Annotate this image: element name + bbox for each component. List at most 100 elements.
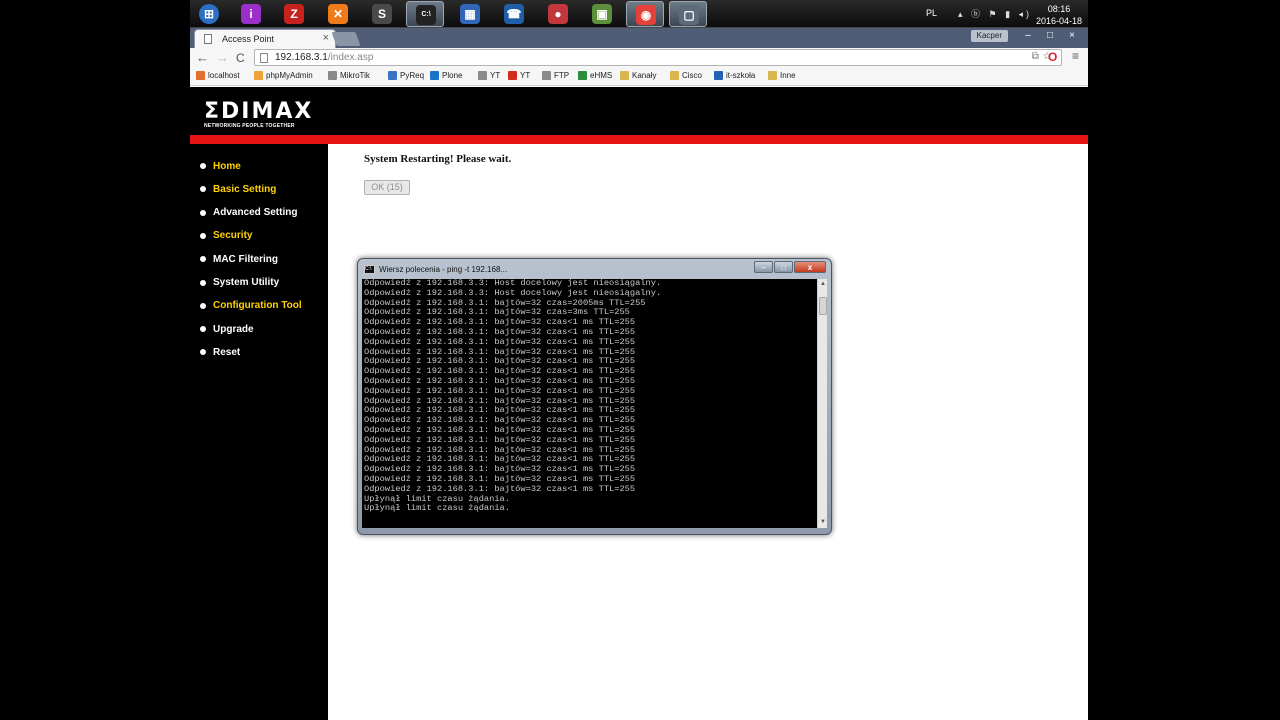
bookmark-icon	[430, 71, 439, 80]
cmd-minimize-button[interactable]: –	[754, 261, 773, 273]
clock-date: 2016-04-18	[1035, 16, 1082, 26]
windows-start-icon: ⊞	[199, 4, 219, 24]
tab-title: Access Point	[222, 34, 275, 44]
bullet-icon	[200, 232, 206, 239]
sidebar-item-mac-filtering[interactable]: MAC Filtering	[200, 251, 278, 267]
bullet-icon	[200, 256, 206, 263]
tab-access-point[interactable]: Access Point ×	[194, 29, 336, 48]
sidebar-item-label: System Utility	[213, 277, 280, 288]
clock-time: 08:16	[1047, 4, 1071, 14]
maximize-window-button[interactable]: □	[1040, 29, 1060, 43]
bookmark-10[interactable]: Cisco	[670, 71, 702, 80]
bookmark-label: PyReq	[400, 71, 425, 80]
command-prompt-window[interactable]: C:\ Wiersz polecenia - ping -t 192.168..…	[357, 258, 832, 535]
minimize-window-button[interactable]: –	[1018, 29, 1038, 43]
language-indicator[interactable]: PL	[926, 8, 937, 18]
bookmark-icon	[478, 71, 487, 80]
sidebar-item-upgrade[interactable]: Upgrade	[200, 321, 254, 337]
cmd-window-title: Wiersz polecenia - ping -t 192.168...	[379, 265, 508, 274]
taskbar-button-teamspeak[interactable]: ☎	[495, 1, 533, 27]
cmd-console-output[interactable]: Odpowiedź z 192.168.3.3: Host docelowy j…	[362, 279, 817, 528]
cmd-scrollbar[interactable]: ▲ ▼	[817, 279, 827, 528]
taskbar-button-windows-start[interactable]: ⊞	[190, 1, 228, 27]
bookmark-icon	[714, 71, 723, 80]
taskbar: ⊞ i Z ✕ S C:\ ▦ ☎ ● ▣ ◉ ▢ PL ▴ ⓑ ⚑ ▮ ◂) 08:16 2016-…	[190, 0, 1088, 28]
bookmark-11[interactable]: it-szkoła	[714, 71, 755, 80]
bookmark-icon	[196, 71, 205, 80]
ok-countdown-button[interactable]: OK (15)	[364, 180, 410, 195]
bookmark-8[interactable]: eHMS	[578, 71, 612, 80]
bookmark-icon	[328, 71, 337, 80]
new-tab-button[interactable]	[331, 32, 361, 46]
users-icon: ●	[548, 4, 568, 24]
bookmark-icon	[388, 71, 397, 80]
bookmark-2[interactable]: MikroTik	[328, 71, 370, 80]
teamspeak-icon: ☎	[504, 4, 524, 24]
bullet-icon	[200, 279, 206, 286]
bookmark-0[interactable]: localhost	[196, 71, 240, 80]
xampp-icon: ✕	[328, 4, 348, 24]
bookmark-label: localhost	[208, 71, 240, 80]
restart-message: System Restarting! Please wait.	[364, 153, 512, 165]
browser-toolbar: ← → C 192.168.3.1/index.asp ⧉☆ O ≡	[190, 48, 1088, 68]
sublime-icon: S	[372, 4, 392, 24]
app-purple-icon: i	[241, 4, 261, 24]
taskbar-button-cmd[interactable]: C:\	[406, 1, 444, 27]
bookmark-4[interactable]: Plone	[430, 71, 462, 80]
bookmark-icon	[542, 71, 551, 80]
cmd-icon: C:\	[416, 5, 436, 25]
sidebar-item-label: Upgrade	[213, 323, 254, 335]
taskbar-button-users[interactable]: ●	[539, 1, 577, 27]
tab-close-icon[interactable]: ×	[323, 32, 329, 44]
bookmark-label: FTP	[554, 71, 570, 80]
taskbar-button-sublime[interactable]: S	[363, 1, 401, 27]
taskbar-button-network[interactable]: ▦	[451, 1, 489, 27]
page-favicon-icon	[204, 34, 212, 44]
sidebar-item-home[interactable]: Home	[200, 158, 241, 174]
taskbar-button-explorer[interactable]: ▣	[583, 1, 621, 27]
reload-button[interactable]: C	[236, 50, 245, 66]
back-button[interactable]: ←	[196, 50, 209, 66]
scroll-thumb[interactable]	[819, 297, 827, 315]
close-window-button[interactable]: ×	[1062, 29, 1082, 43]
sidebar-item-basic-setting[interactable]: Basic Setting	[200, 181, 276, 197]
taskbar-button-chrome[interactable]: ◉	[626, 1, 664, 27]
scroll-down-icon[interactable]: ▼	[819, 518, 827, 527]
sidebar-item-reset[interactable]: Reset	[200, 344, 240, 360]
opera-extension-icon[interactable]: O	[1048, 50, 1057, 64]
sidebar-item-configuration-tool[interactable]: Configuration Tool	[200, 298, 302, 314]
taskbar-button-app-purple[interactable]: i	[232, 1, 270, 27]
bookmark-6[interactable]: YT	[508, 71, 530, 80]
clock[interactable]: 08:16 2016-04-18	[1036, 3, 1082, 27]
chrome-menu-icon[interactable]: ≡	[1072, 49, 1079, 63]
taskbar-button-xampp[interactable]: ✕	[319, 1, 357, 27]
taskbar-button-filezilla[interactable]: Z	[275, 1, 313, 27]
bookmark-3[interactable]: PyReq	[388, 71, 424, 80]
taskbar-button-window[interactable]: ▢	[669, 1, 707, 27]
forward-button[interactable]: →	[216, 50, 229, 66]
address-bar[interactable]: 192.168.3.1/index.asp ⧉☆	[254, 49, 1062, 66]
bookmark-label: YT	[490, 71, 501, 80]
filezilla-icon: Z	[284, 4, 304, 24]
page-icon	[260, 53, 268, 63]
logo-text: ΣDIMAX	[204, 99, 314, 124]
sidebar-item-system-utility[interactable]: System Utility	[200, 275, 279, 291]
bookmark-7[interactable]: FTP	[542, 71, 569, 80]
sidebar-item-label: Advanced Setting	[213, 207, 298, 219]
bookmark-1[interactable]: phpMyAdmin	[254, 71, 313, 80]
profile-button[interactable]: Kacper	[970, 30, 1008, 42]
cmd-window-icon: C:\	[364, 265, 375, 274]
browser-tabstrip: Access Point × Kacper – □ ×	[190, 28, 1088, 48]
bookmark-5[interactable]: YT	[478, 71, 500, 80]
tray-icons[interactable]: ▴ ⓑ ⚑ ▮ ◂)	[958, 7, 1032, 20]
cmd-maximize-button[interactable]: □	[774, 261, 793, 273]
sidebar-item-label: Home	[213, 160, 241, 172]
sidebar-item-security[interactable]: Security	[200, 228, 252, 244]
sidebar-item-advanced-setting[interactable]: Advanced Setting	[200, 205, 297, 221]
bookmark-label: eHMS	[590, 71, 613, 80]
cmd-close-button[interactable]: x	[794, 261, 826, 273]
scroll-up-icon[interactable]: ▲	[819, 280, 827, 289]
bookmark-icon	[254, 71, 263, 80]
bookmark-12[interactable]: Inne	[768, 71, 796, 80]
bookmark-9[interactable]: Kanały	[620, 71, 656, 80]
